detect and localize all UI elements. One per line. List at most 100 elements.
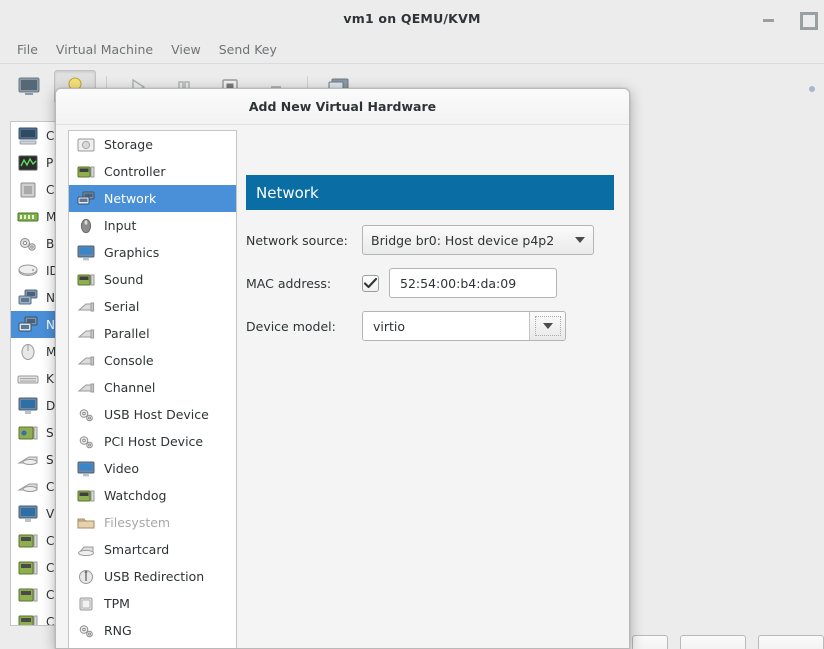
sound-card-icon [77, 274, 95, 285]
sidebar-item-label: Watchdog [104, 488, 167, 503]
list-item-label: C [46, 479, 55, 494]
sidebar-item-smartcard[interactable]: Smartcard [69, 536, 236, 563]
sidebar-item-label: Graphics [104, 245, 160, 260]
sidebar-item-label: Channel [104, 380, 156, 395]
list-item-label: N [46, 317, 55, 332]
controller-card-icon [77, 166, 95, 177]
list-item-label: P [46, 155, 54, 170]
mac-address-row: MAC address: 52:54:00:b4:da:09 [246, 268, 626, 298]
sidebar-item-filesystem[interactable]: Filesystem [69, 509, 236, 536]
list-item-label: C [46, 128, 55, 143]
device-model-combo[interactable]: virtio [362, 311, 566, 341]
sidebar-item-console[interactable]: Console [69, 347, 236, 374]
sidebar-item-parallel[interactable]: Parallel [69, 320, 236, 347]
sidebar-item-storage[interactable]: Storage [69, 131, 236, 158]
add-hardware-button[interactable] [757, 635, 824, 649]
sound-icon [18, 426, 38, 439]
device-model-value[interactable]: virtio [363, 312, 529, 340]
mac-address-value: 52:54:00:b4:da:09 [400, 275, 517, 291]
dialog-body: Storage Controller Network Input Graphic [56, 125, 629, 648]
video-icon [18, 505, 38, 522]
boot-gears-icon [20, 237, 36, 251]
gears-icon [79, 435, 93, 448]
dialog-title: Add New Virtual Hardware [248, 99, 437, 114]
menu-file[interactable]: File [8, 39, 47, 60]
sidebar-item-label: Input [104, 218, 137, 233]
device-model-label: Device model: [246, 318, 336, 334]
list-item-label: S [46, 452, 54, 467]
network-form: Network source: Bridge br0: Host device … [246, 225, 626, 354]
mouse-icon [80, 218, 92, 233]
nic-icon [18, 289, 38, 304]
sidebar-item-label: Storage [104, 137, 153, 152]
memory-icon [17, 212, 39, 221]
menu-view[interactable]: View [162, 39, 210, 60]
sidebar-item-label: PCI Host Device [104, 434, 204, 449]
network-source-value: Bridge br0: Host device p4p2 [371, 232, 555, 248]
device-model-dropdown-button[interactable] [529, 312, 565, 340]
sidebar-item-usb-redirection[interactable]: USB Redirection [69, 563, 236, 590]
list-item-label: C [46, 614, 55, 626]
network-source-select[interactable]: Bridge br0: Host device p4p2 [362, 225, 594, 255]
network-icon [77, 191, 95, 204]
serial-port-icon [77, 383, 95, 392]
maximize-button[interactable] [798, 10, 818, 30]
sidebar-item-rng[interactable]: RNG [69, 617, 236, 644]
list-item-label: D [46, 398, 56, 413]
add-new-virtual-hardware-dialog: Add New Virtual Hardware Storage Control… [55, 88, 630, 649]
network-source-label: Network source: [246, 232, 348, 248]
dialog-action-buttons-cutoff [632, 635, 824, 649]
controller-card-icon [18, 588, 38, 601]
sidebar-item-pci-host-device[interactable]: PCI Host Device [69, 428, 236, 455]
decorative-dot-icon [809, 86, 815, 92]
cancel-button[interactable] [632, 635, 668, 649]
gears-icon [79, 408, 93, 421]
list-item-label: B [46, 236, 55, 251]
tpm-chip-icon [79, 597, 93, 610]
serial-port-icon [77, 356, 95, 365]
video-monitor-icon [77, 461, 95, 476]
serial-icon [17, 456, 38, 465]
sidebar-item-label: USB Redirection [104, 569, 205, 584]
usb-icon [79, 569, 93, 584]
chevron-down-icon [575, 237, 585, 243]
chevron-down-icon [542, 323, 553, 329]
window-titlebar: vm1 on QEMU/KVM [0, 0, 824, 36]
storage-icon [77, 138, 95, 151]
window-controls [760, 0, 818, 36]
apply-button[interactable] [679, 635, 746, 649]
hardware-type-list[interactable]: Storage Controller Network Input Graphic [68, 130, 237, 648]
sidebar-item-controller[interactable]: Controller [69, 158, 236, 185]
mac-address-checkbox[interactable] [362, 274, 379, 292]
sidebar-item-video[interactable]: Video [69, 455, 236, 482]
network-source-row: Network source: Bridge br0: Host device … [246, 225, 626, 255]
console-monitor-icon [18, 127, 38, 144]
cpu-chip-icon [20, 182, 36, 197]
sidebar-item-tpm[interactable]: TPM [69, 590, 236, 617]
sidebar-item-label: Serial [104, 299, 140, 314]
minimize-button[interactable] [760, 10, 776, 26]
mac-address-label: MAC address: [246, 275, 332, 291]
list-item-label: S [46, 425, 54, 440]
sidebar-item-input[interactable]: Input [69, 212, 236, 239]
sidebar-item-watchdog[interactable]: Watchdog [69, 482, 236, 509]
sidebar-item-label: TPM [104, 596, 130, 611]
monitor-icon[interactable] [8, 70, 50, 104]
sidebar-item-channel[interactable]: Channel [69, 374, 236, 401]
serial-icon [17, 483, 38, 492]
menu-send-key[interactable]: Send Key [210, 39, 286, 60]
performance-graph-icon [18, 155, 38, 170]
app-root: vm1 on QEMU/KVM File Virtual Machine Vie… [0, 0, 824, 649]
serial-port-icon [77, 302, 95, 311]
sidebar-item-network[interactable]: Network [69, 185, 236, 212]
mac-address-input[interactable]: 52:54:00:b4:da:09 [389, 268, 557, 298]
sidebar-item-usb-host-device[interactable]: USB Host Device [69, 401, 236, 428]
sidebar-item-graphics[interactable]: Graphics [69, 239, 236, 266]
list-item-label: K [46, 371, 54, 386]
controller-card-icon [18, 561, 38, 574]
sidebar-item-serial[interactable]: Serial [69, 293, 236, 320]
menu-virtual-machine[interactable]: Virtual Machine [47, 39, 162, 60]
sidebar-item-sound[interactable]: Sound [69, 266, 236, 293]
serial-port-icon [77, 329, 95, 338]
sidebar-item-label: Parallel [104, 326, 150, 341]
